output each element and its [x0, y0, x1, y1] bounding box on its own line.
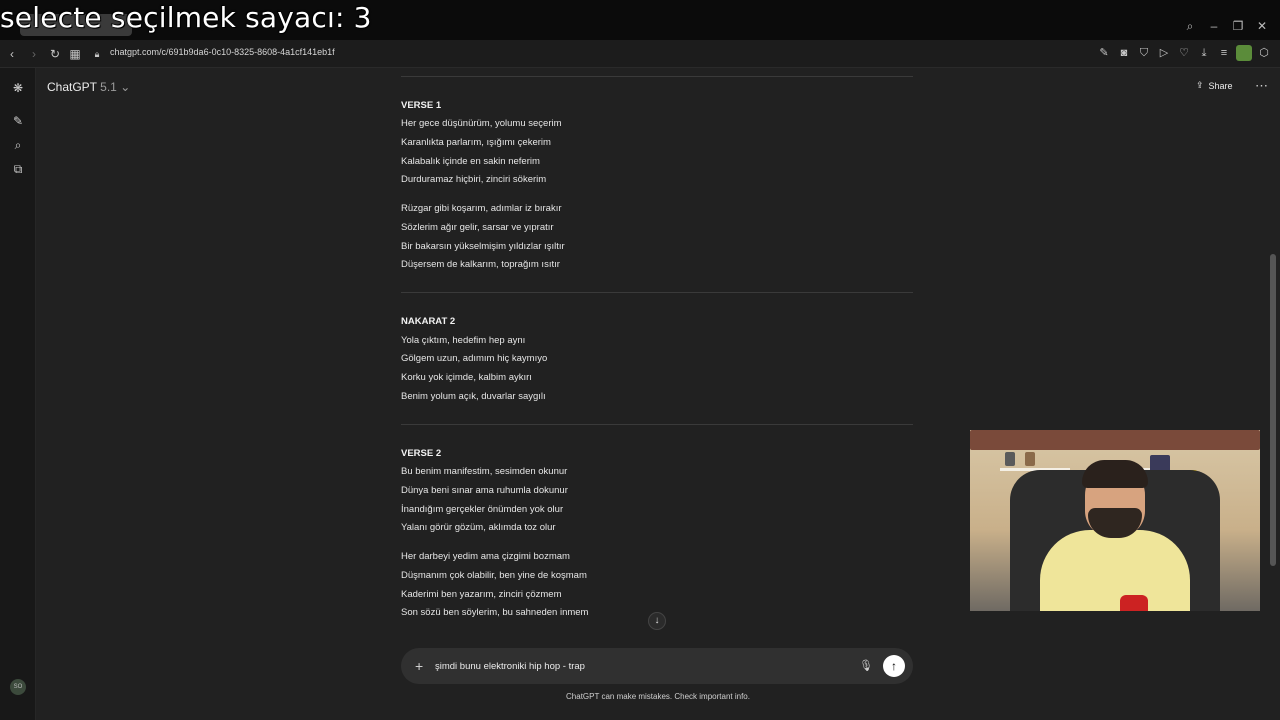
edit-icon[interactable]: ✎	[1096, 45, 1112, 61]
profile-avatar[interactable]	[1236, 45, 1252, 61]
lyric-line: Karanlıkta parlarım, ışığımı çekerim	[401, 137, 551, 148]
divider	[401, 76, 913, 77]
microphone-icon[interactable]: 🎙︎	[859, 659, 873, 672]
lyric-line: Rüzgar gibi koşarım, adımlar iz bırakır	[401, 203, 562, 214]
section-heading: VERSE 1	[401, 100, 442, 111]
lyric-line: Her darbeyi yedim ama çizgimi bozmam	[401, 551, 570, 562]
play-icon[interactable]: ▷	[1156, 45, 1172, 61]
stream-overlay-counter: selecte seçilmek sayacı: 3	[0, 1, 372, 34]
menu-icon[interactable]: ≡	[1216, 45, 1232, 61]
lyric-line: Korku yok içimde, kalbim aykırı	[401, 372, 532, 383]
lyric-line: Yola çıktım, hedefim hep aynı	[401, 335, 526, 346]
figure	[1005, 452, 1015, 466]
more-options-button[interactable]: ⋯	[1255, 78, 1268, 94]
url-field[interactable]: chatgpt.com/c/691b9da6-0c10-8325-8608-4a…	[110, 47, 335, 57]
minimize-icon[interactable]: –	[1202, 18, 1226, 34]
divider	[401, 424, 913, 425]
send-button[interactable]: ↑	[883, 655, 905, 677]
sidebar-rail: ❋ ✎ ⌕ ⧉ SO	[0, 68, 36, 720]
lyric-line: Kalabalık içinde en sakin neferim	[401, 156, 540, 167]
camera-icon[interactable]: ◙	[1116, 45, 1132, 61]
plus-icon[interactable]: +	[415, 658, 423, 674]
back-icon[interactable]: ‹	[4, 46, 20, 62]
scroll-to-bottom-button[interactable]: ↓	[648, 612, 666, 630]
lyric-line: Kaderimi ben yazarım, zinciri çözmem	[401, 589, 562, 600]
apps-icon[interactable]: ▦	[67, 46, 83, 62]
new-chat-icon[interactable]: ✎	[10, 113, 26, 129]
chevron-down-icon: ⌄	[120, 80, 131, 94]
figure	[1025, 452, 1035, 466]
share-label: Share	[1208, 80, 1233, 91]
browser-toolbar: ✎ ◙ ⛉ ▷ ♡ ⤓ ≡ ⬡	[1096, 45, 1272, 61]
lyric-line: Düşersem de kalkarım, toprağım ısıtır	[401, 259, 560, 270]
lyric-line: Her gece düşünürüm, yolumu seçerim	[401, 118, 562, 129]
webcam-overlay	[970, 430, 1260, 611]
reload-icon[interactable]: ↻	[47, 46, 63, 62]
lyric-line: Düşmanım çok olabilir, ben yine de koşma…	[401, 570, 587, 581]
close-icon[interactable]: ✕	[1250, 18, 1274, 34]
page-scrollbar[interactable]	[1270, 254, 1276, 566]
lyric-line: Bir bakarsın yükselmişim yıldızlar ışılt…	[401, 241, 565, 252]
lyric-line: Bu benim manifestim, sesimden okunur	[401, 466, 568, 477]
message-composer: + şimdi bunu elektroniki hip hop - trap …	[401, 648, 913, 684]
lyric-line: Dünya beni sınar ama ruhumla dokunur	[401, 485, 568, 496]
restore-icon[interactable]: ❐	[1226, 18, 1250, 34]
disclaimer-text: ChatGPT can make mistakes. Check importa…	[566, 692, 750, 701]
model-name: ChatGPT	[47, 80, 97, 94]
conversation-content: VERSE 1 Her gece düşünürüm, yolumu seçer…	[401, 68, 913, 638]
lyric-line: Yalanı görür gözüm, aklımda toz olur	[401, 522, 556, 533]
window-controls: ⌕ – ❐ ✕	[1178, 18, 1274, 34]
search-icon[interactable]: ⌕	[1178, 18, 1202, 34]
person-hair	[1082, 460, 1148, 488]
model-selector[interactable]: ChatGPT 5.1 ⌄	[47, 80, 130, 94]
section-heading: NAKARAT 2	[401, 316, 456, 327]
lyric-line: Son sözü ben söylerim, bu sahneden inmem	[401, 607, 589, 618]
person-shirt	[1040, 530, 1190, 611]
forward-icon[interactable]: ›	[26, 46, 42, 62]
lyric-line: Benim yolum açık, duvarlar saygılı	[401, 391, 546, 402]
divider	[401, 292, 913, 293]
search-icon[interactable]: ⌕	[10, 137, 26, 153]
share-icon: ⇪	[1196, 80, 1204, 90]
prompt-input[interactable]: şimdi bunu elektroniki hip hop - trap	[435, 661, 585, 672]
library-icon[interactable]: ⧉	[10, 161, 26, 177]
openai-logo-icon[interactable]: ❋	[10, 80, 26, 96]
section-heading: VERSE 2	[401, 448, 442, 459]
share-button[interactable]: ⇪ Share	[1196, 80, 1233, 91]
heart-icon[interactable]: ♡	[1176, 45, 1192, 61]
download-icon[interactable]: ⤓	[1196, 45, 1212, 61]
address-bar: ‹ › ↻ ▦ 🔒︎ chatgpt.com/c/691b9da6-0c10-8…	[0, 40, 1280, 68]
extension-icon[interactable]: ⬡	[1256, 45, 1272, 61]
wall-poster	[970, 430, 1260, 450]
red-mug	[1120, 595, 1148, 611]
shield-icon[interactable]: ⛉	[1136, 45, 1152, 61]
lyric-line: Durduramaz hiçbiri, zinciri sökerim	[401, 174, 547, 185]
lyric-line: İnandığım gerçekler önümden yok olur	[401, 504, 564, 515]
lyric-line: Sözlerim ağır gelir, sarsar ve yıpratır	[401, 222, 554, 233]
lock-icon[interactable]: 🔒︎	[89, 46, 105, 62]
lyric-line: Gölgem uzun, adımım hiç kaymıyo	[401, 353, 548, 364]
model-version: 5.1	[100, 80, 117, 94]
